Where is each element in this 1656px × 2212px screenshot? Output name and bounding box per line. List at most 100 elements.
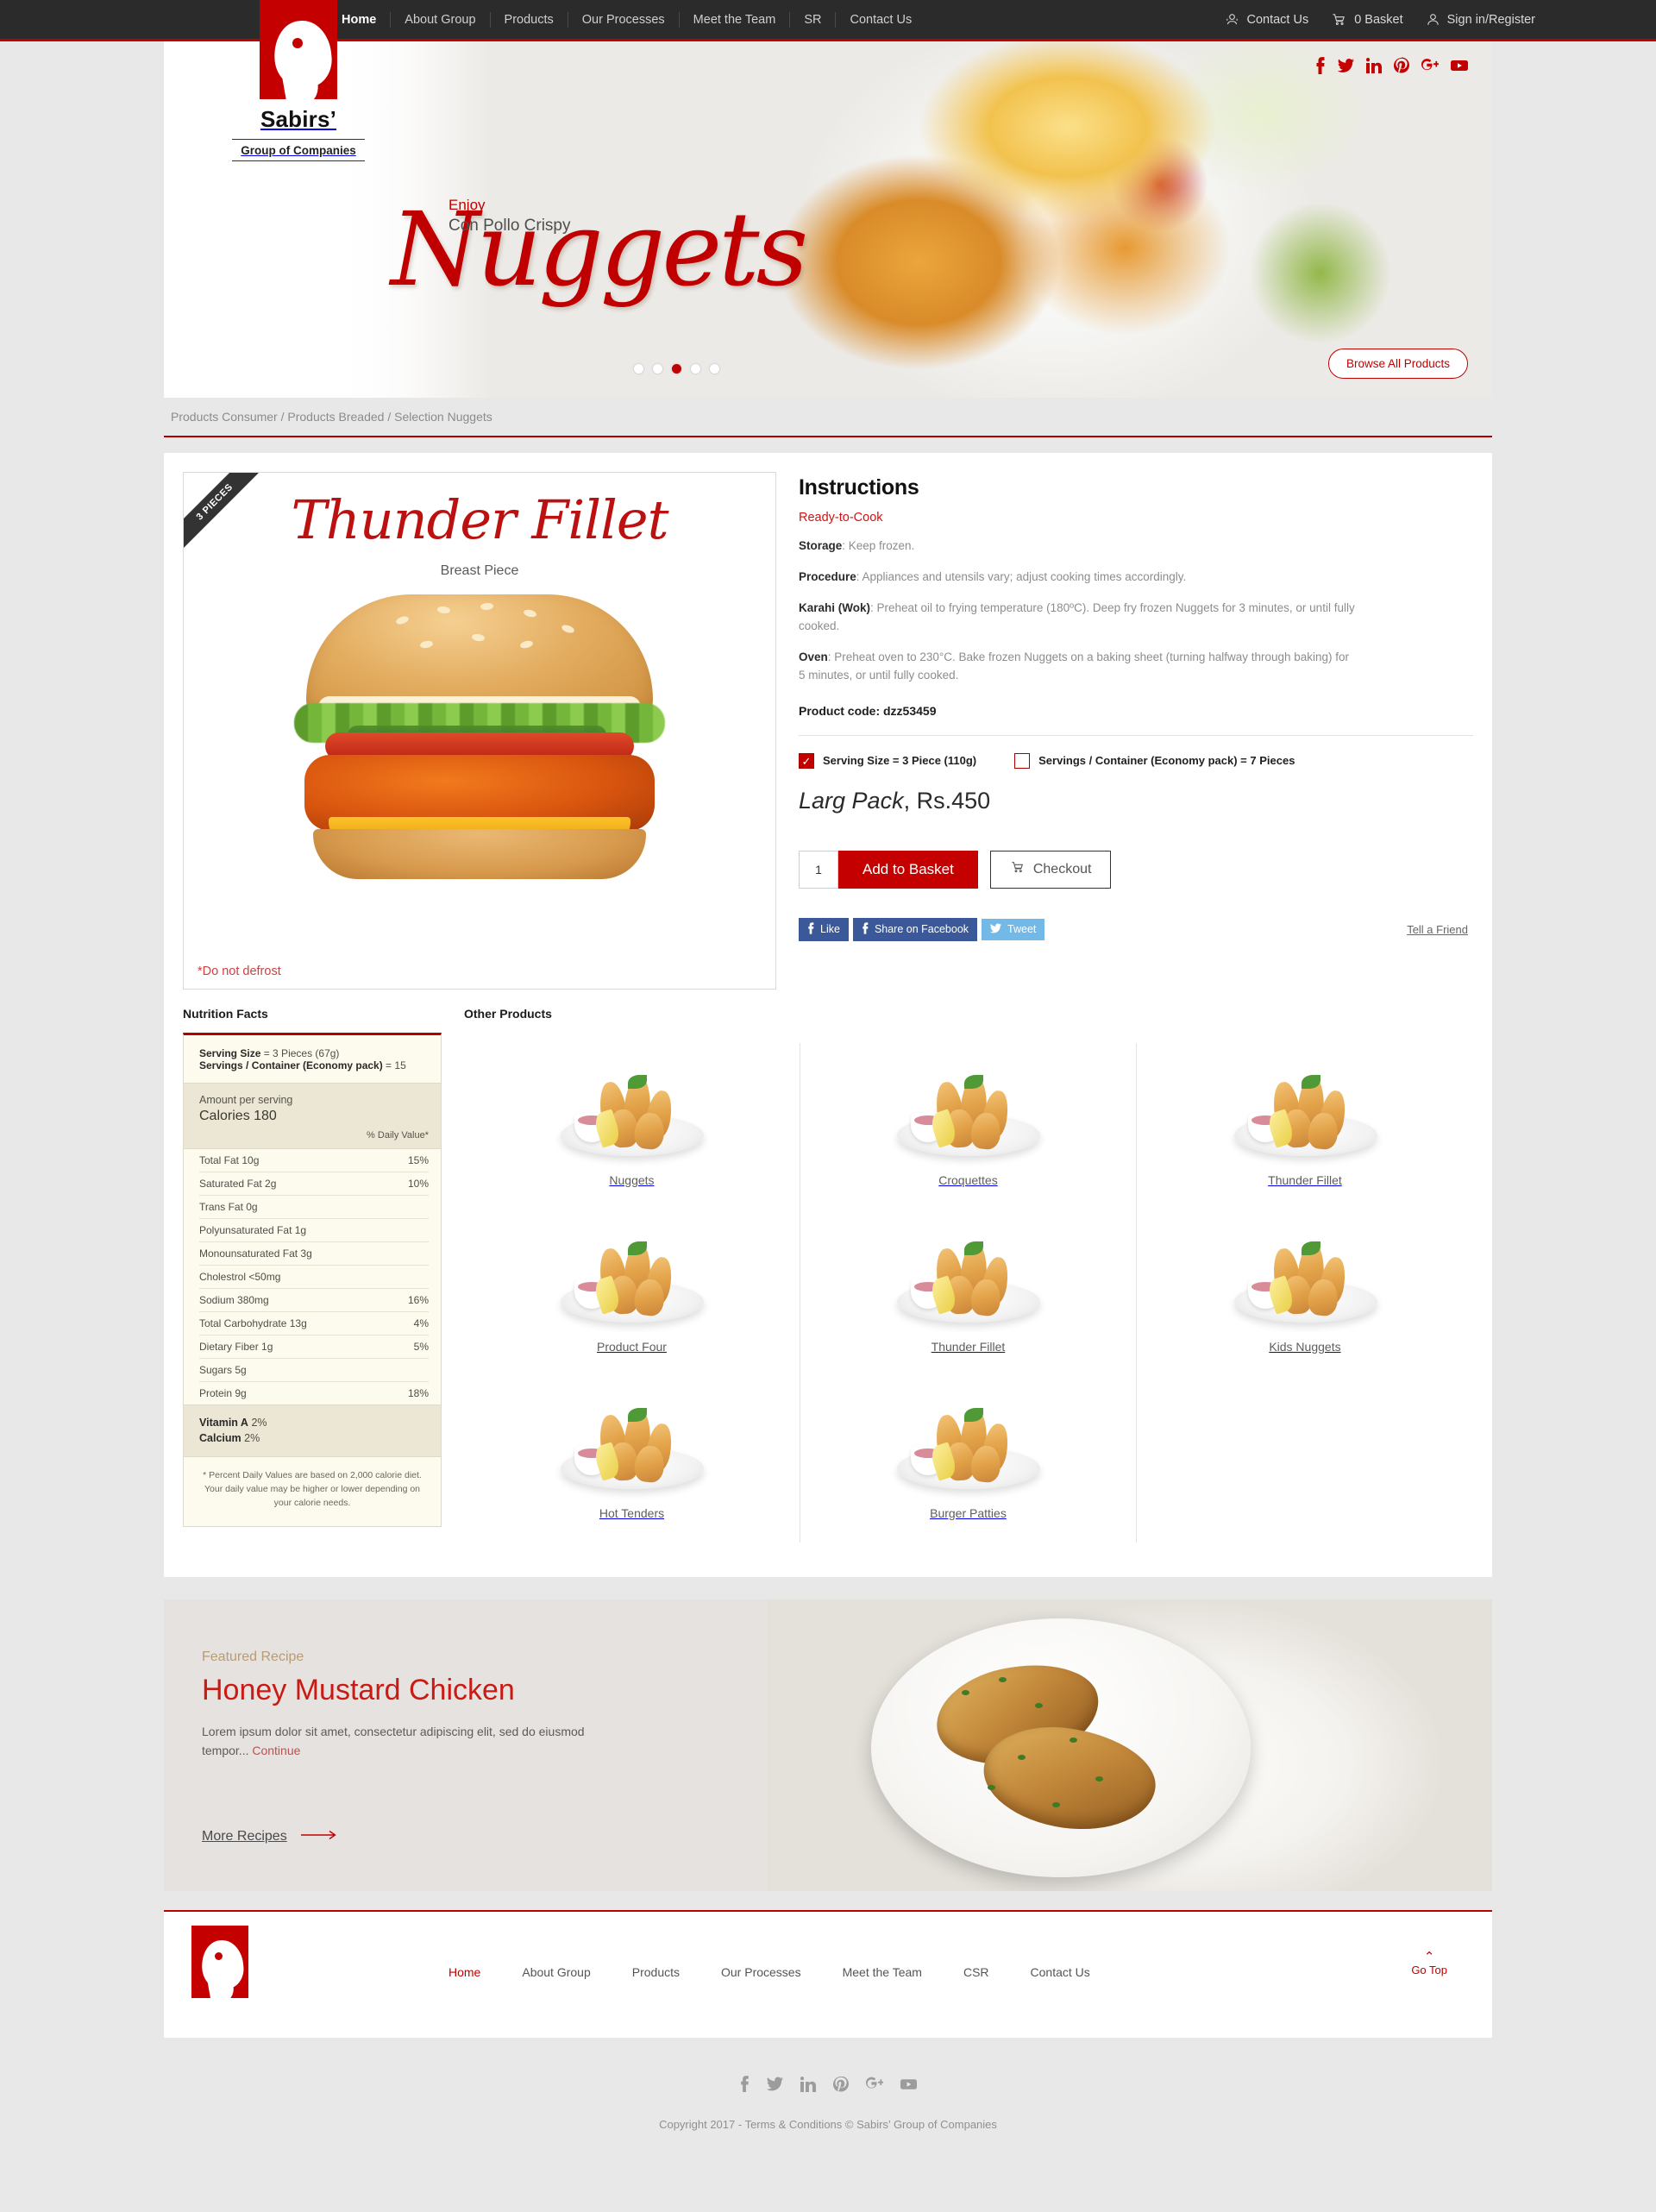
nutrition-calories-section: Amount per serving Calories 180 % Daily … [184,1083,441,1149]
chevron-up-icon: ⌃ [1423,1950,1435,1964]
nutrient-dv: 16% [407,1294,429,1306]
instruction-storage: Storage: Keep frozen. [799,537,1355,556]
hero-enjoy-label: Enjoy [448,197,486,213]
nav-item-meet-the-team[interactable]: Meet the Team [680,11,791,28]
serving-size-checkbox[interactable]: ✓ [799,752,814,769]
linkedin-icon[interactable] [1366,57,1382,74]
recipe-continue-link[interactable]: Continue [252,1744,300,1757]
nutrition-rows: Total Fat 10g 15% Saturated Fat 2g 10% Tra… [184,1149,441,1404]
share-on-facebook-button[interactable]: Share on Facebook [852,917,978,941]
arrow-right-icon [300,1829,337,1844]
product-thumbnail [881,1059,1054,1158]
product-label: Kids Nuggets [1269,1340,1341,1354]
facebook-like-button[interactable]: Like [799,917,849,941]
pinterest-icon[interactable] [1394,57,1409,74]
nutrition-facts-heading: Nutrition Facts [183,1007,268,1021]
like-label: Like [820,923,840,936]
purchase-controls: Add to Basket Checkout [799,850,1473,889]
go-top-button[interactable]: ⌃ Go Top [1411,1951,1447,1976]
nutrient-name: Cholestrol <50mg [199,1271,281,1283]
twitter-icon[interactable] [767,2077,783,2091]
youtube-icon[interactable] [1451,57,1468,74]
footer-logo[interactable] [191,1926,248,1998]
tweet-button[interactable]: Tweet [982,918,1045,940]
footer-nav-meet-the-team[interactable]: Meet the Team [843,1965,922,1979]
product-thumbnail [545,1059,718,1158]
checkout-button[interactable]: Checkout [989,850,1112,889]
twitter-icon[interactable] [1338,57,1354,74]
main-nav: Home About Group Products Our Processes … [328,11,925,28]
site-logo[interactable]: Sabirs’ Group of Companies [220,0,377,161]
economy-pack-checkbox[interactable] [1014,752,1031,769]
youtube-icon[interactable] [900,2077,917,2091]
product-card-thunder-fillet-2[interactable]: Thunder Fillet [800,1210,1137,1376]
footer-nav-contact-us[interactable]: Contact Us [1031,1965,1090,1979]
site-footer: Copyright 2017 - Terms & Conditions © Sa… [0,2038,1656,2165]
nutrient-name: Sugars 5g [199,1364,247,1376]
carousel-dot-2[interactable] [653,364,662,374]
add-to-basket-button[interactable]: Add to Basket [838,850,978,889]
product-card-burger-patties[interactable]: Burger Patties [800,1376,1137,1543]
footer-nav-home[interactable]: Home [448,1965,480,1979]
featured-recipe-banner: Featured Recipe Honey Mustard Chicken Lo… [164,1599,1492,1891]
hero-subtitle: Con Pollo Crispy [448,217,571,235]
nutrition-footnote: * Percent Daily Values are based on 2,00… [203,1470,422,1508]
product-title: Thunder Fillet [291,488,669,551]
footer-nav-products[interactable]: Products [632,1965,680,1979]
footer-nav-our-processes[interactable]: Our Processes [721,1965,801,1979]
quantity-input[interactable] [799,850,838,889]
more-recipes-link[interactable]: More Recipes [202,1829,768,1844]
ready-to-cook-label: Ready-to-Cook [799,511,883,525]
share-facebook-label: Share on Facebook [874,923,969,936]
calories-value: Calories 180 [199,1109,277,1123]
calcium-label: Calcium [199,1432,242,1445]
googleplus-icon[interactable] [1421,57,1439,74]
linkedin-icon[interactable] [800,2076,816,2092]
product-card-hot-tenders[interactable]: Hot Tenders [464,1376,800,1543]
product-card-thunder-fillet[interactable]: Thunder Fillet [1137,1043,1473,1210]
nutrition-vitamins-section: Vitamin A 2% Calcium 2% [184,1404,441,1458]
cart-icon [1010,860,1026,878]
table-row: Sodium 380mg 16% [199,1289,429,1312]
footer-nav-csr[interactable]: CSR [963,1965,989,1979]
nutrient-name: Dietary Fiber 1g [199,1341,273,1353]
facebook-icon[interactable] [1314,57,1326,74]
product-card-kids-nuggets[interactable]: Kids Nuggets [1137,1210,1473,1376]
carousel-dot-4[interactable] [691,364,700,374]
carousel-dot-1[interactable] [634,364,643,374]
table-row: Sugars 5g [199,1359,429,1382]
product-card-croquettes[interactable]: Croquettes [800,1043,1137,1210]
pinterest-icon[interactable] [833,2076,849,2092]
utility-basket[interactable]: 0 Basket [1331,12,1403,27]
footer-nav-about-group[interactable]: About Group [522,1965,590,1979]
checkout-label: Checkout [1032,861,1092,877]
nav-item-our-processes[interactable]: Our Processes [568,11,680,28]
product-card-nuggets[interactable]: Nuggets [464,1043,800,1210]
browse-all-products-button[interactable]: Browse All Products [1327,349,1468,379]
utility-contact-us[interactable]: Contact Us [1225,12,1308,27]
nutrient-name: Sodium 380mg [199,1294,269,1306]
tell-a-friend-link[interactable]: Tell a Friend [1407,923,1468,936]
nutrient-dv: 10% [407,1178,429,1190]
header-social-links [1314,57,1468,74]
instruction-oven: Oven: Preheat oven to 230°C. Bake frozen… [799,649,1355,685]
googleplus-icon[interactable] [866,2077,883,2091]
utility-signin-register[interactable]: Sign in/Register [1426,12,1535,27]
carousel-dots[interactable] [634,364,719,374]
nav-item-sr[interactable]: SR [790,11,837,28]
product-card-product-four[interactable]: Product Four [464,1210,800,1376]
facebook-icon[interactable] [739,2076,750,2092]
nutrient-name: Protein 9g [199,1387,247,1399]
carousel-dot-3-active[interactable] [672,364,681,374]
breadcrumb-text[interactable]: Products Consumer / Products Breaded / S… [171,410,492,424]
utility-contact-us-label: Contact Us [1246,12,1309,27]
carousel-dot-5[interactable] [710,364,719,374]
product-label: Thunder Fillet [931,1340,1006,1354]
product-info-panel: Instructions Ready-to-Cook Storage: Keep… [799,472,1473,990]
featured-recipe-text: Featured Recipe Honey Mustard Chicken Lo… [164,1599,768,1891]
nav-item-products[interactable]: Products [491,11,568,28]
instruction-procedure: Procedure: Appliances and utensils vary;… [799,569,1355,587]
product-thumbnail [881,1392,1054,1491]
nav-item-about-group[interactable]: About Group [391,11,491,28]
nav-item-contact-us[interactable]: Contact Us [836,12,925,28]
